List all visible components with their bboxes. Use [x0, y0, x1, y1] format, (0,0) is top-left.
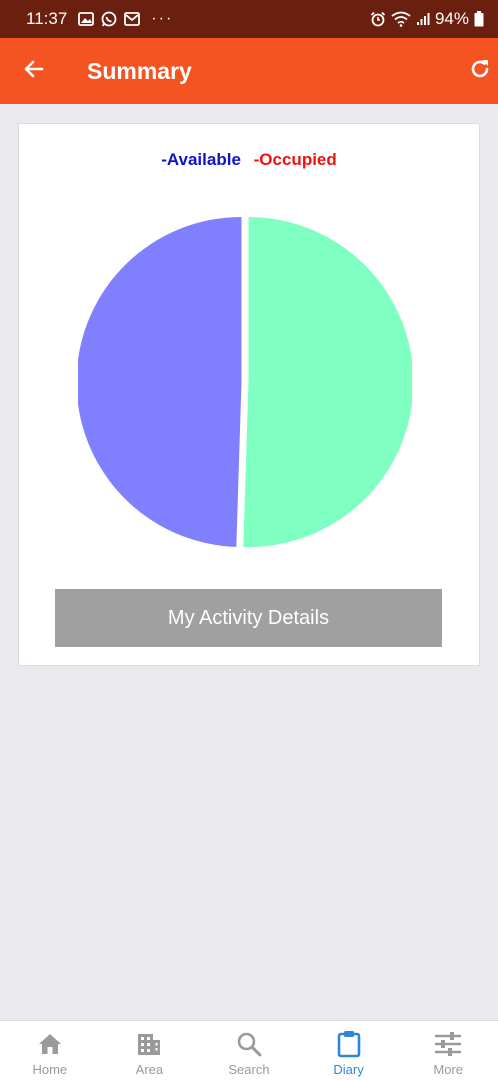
nav-item-search[interactable]: Search: [199, 1021, 299, 1080]
nav-label-area: Area: [135, 1062, 164, 1077]
whatsapp-icon: [101, 11, 117, 27]
more-notifications: ···: [151, 10, 174, 27]
wifi-icon: [391, 11, 411, 27]
legend-occupied: -Occupied: [253, 150, 337, 169]
sliders-icon: [434, 1030, 462, 1058]
pie-chart-svg: [78, 216, 412, 547]
mail-icon: [124, 12, 141, 26]
status-bar: 11:37 ··· 94%: [0, 0, 498, 38]
chart-legend: -Available -Occupied: [19, 150, 479, 170]
nav-item-home[interactable]: Home: [0, 1021, 100, 1080]
battery-percent: 94%: [434, 9, 469, 28]
nav-item-diary[interactable]: Diary: [299, 1021, 399, 1080]
app-bar: Summary: [0, 38, 498, 104]
refresh-icon: [468, 57, 492, 86]
alarm-icon: [370, 11, 386, 27]
nav-item-area[interactable]: Area: [100, 1021, 200, 1080]
nav-label-home: Home: [32, 1062, 68, 1077]
status-time: 11:37: [26, 9, 68, 28]
bottom-nav: Home Area Search Diary More: [0, 1020, 498, 1080]
back-button[interactable]: [20, 57, 48, 85]
my-activity-details-button[interactable]: My Activity Details: [55, 589, 442, 647]
nav-label-search: Search: [228, 1062, 270, 1077]
pie-slice-0: [243, 217, 412, 547]
arrow-left-icon: [22, 57, 46, 86]
nav-label-more: More: [433, 1062, 463, 1077]
signal-icon: [416, 12, 430, 26]
nav-label-diary: Diary: [333, 1062, 364, 1077]
legend-available: -Available: [161, 150, 241, 169]
nav-item-more[interactable]: More: [398, 1021, 498, 1080]
search-icon: [235, 1030, 263, 1058]
status-right: 94%: [370, 9, 484, 29]
pie-chart: [78, 215, 412, 549]
image-icon: [78, 12, 95, 26]
page-title: Summary: [87, 58, 192, 84]
pie-slice-1: [78, 216, 242, 547]
battery-icon: [474, 11, 484, 27]
clipboard-icon: [335, 1030, 363, 1058]
refresh-button[interactable]: [466, 57, 494, 85]
status-left: 11:37 ···: [26, 9, 173, 29]
home-icon: [36, 1030, 64, 1058]
building-icon: [135, 1030, 163, 1058]
summary-card: -Available -Occupied My Activity Details: [18, 123, 480, 666]
